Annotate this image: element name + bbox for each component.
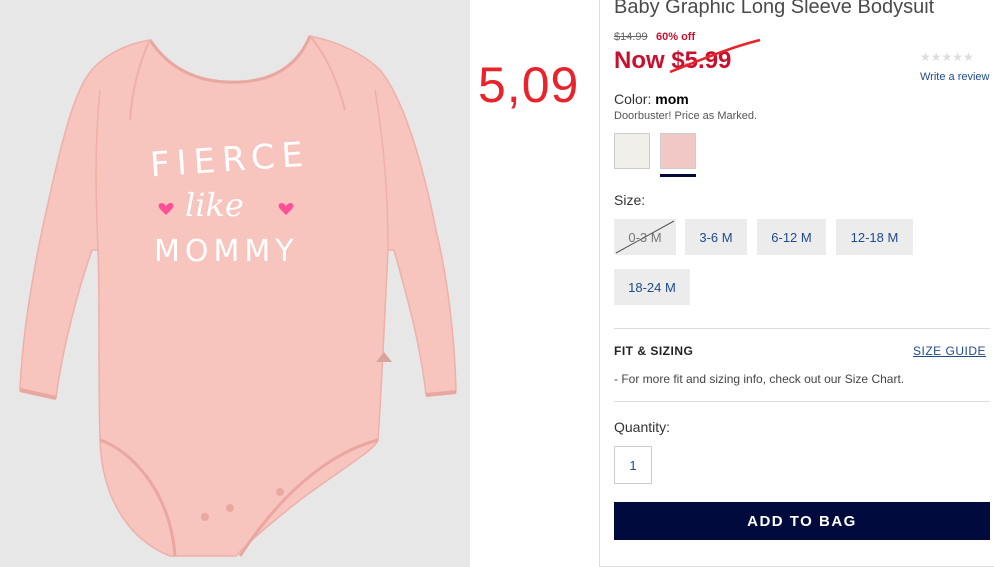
strike-annotation-icon <box>669 38 761 74</box>
size-0-3m-button[interactable]: 0-3 M <box>614 219 676 255</box>
quantity-label: Quantity: <box>614 419 671 435</box>
color-label: Color: mom <box>614 91 689 107</box>
bodysuit-illustration <box>19 35 457 557</box>
fit-sizing-heading: FIT & SIZING <box>614 344 694 358</box>
size-label: Size: <box>614 192 646 208</box>
print-line-like: like <box>185 186 244 224</box>
original-price: $14.99 <box>614 31 648 43</box>
size-guide-link[interactable]: SIZE GUIDE <box>913 344 986 358</box>
doorbuster-note: Doorbuster! Price as Marked. <box>614 110 758 122</box>
unavailable-slash-icon <box>615 220 675 254</box>
rating-stars-icon: ★★★★★ <box>920 50 974 64</box>
size-18-24m-label: 18-24 M <box>628 279 676 295</box>
print-line-mommy: MOMMY <box>154 234 299 269</box>
color-value: mom <box>655 91 689 107</box>
write-review-link[interactable]: Write a review <box>920 71 989 83</box>
size-12-18m-label: 12-18 M <box>850 229 899 245</box>
size-3-6m-label: 3-6 M <box>699 229 733 245</box>
product-page: FIERCE like MOMMY 5,09 Baby Graphic Long… <box>0 0 994 567</box>
add-to-bag-button[interactable]: ADD TO BAG <box>614 502 990 540</box>
swatch-pink[interactable] <box>660 133 696 169</box>
size-18-24m-button[interactable]: 18-24 M <box>614 269 690 305</box>
size-6-12m-button[interactable]: 6-12 M <box>757 219 826 255</box>
divider <box>614 328 990 329</box>
divider <box>614 401 990 402</box>
quantity-input[interactable] <box>614 446 652 484</box>
product-title: Baby Graphic Long Sleeve Bodysuit <box>614 0 935 18</box>
handwritten-price-annotation: 5,09 <box>478 57 580 113</box>
swatch-cream[interactable] <box>614 133 650 169</box>
size-12-18m-button[interactable]: 12-18 M <box>836 219 913 255</box>
size-6-12m-label: 6-12 M <box>771 229 812 245</box>
product-image[interactable]: FIERCE like MOMMY <box>0 0 470 567</box>
size-3-6m-button[interactable]: 3-6 M <box>685 219 747 255</box>
color-label-text: Color: <box>614 91 652 107</box>
fit-sizing-note: - For more fit and sizing info, check ou… <box>614 372 905 386</box>
selected-swatch-indicator <box>660 174 696 177</box>
